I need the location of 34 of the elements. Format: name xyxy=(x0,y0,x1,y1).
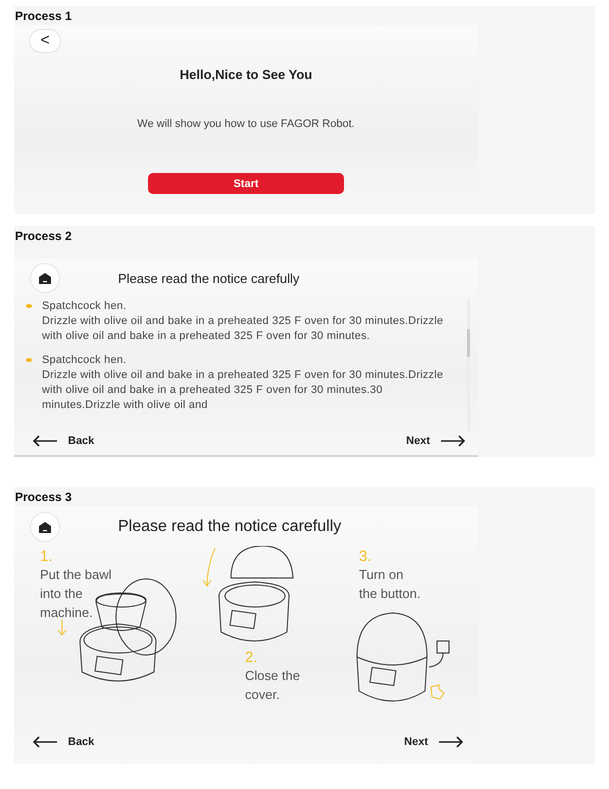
back-button[interactable]: Back xyxy=(32,435,94,447)
section-label: Process 3 xyxy=(14,489,73,506)
welcome-message: We will show you how to use FAGOR Robot. xyxy=(136,118,356,130)
back-button[interactable]: < xyxy=(29,29,61,53)
scrollbar-thumb[interactable] xyxy=(467,329,470,357)
notice-title: Please read the notice carefully xyxy=(118,518,342,536)
item-heading: Spatchcock hen. xyxy=(42,299,128,314)
next-button[interactable]: Next xyxy=(404,736,464,748)
home-icon xyxy=(39,522,51,532)
step-text: Close the cover. xyxy=(245,667,301,704)
bullet-dot xyxy=(26,358,32,362)
step-number: 3. xyxy=(359,548,373,565)
item-heading: Spatchcock hen. xyxy=(42,353,128,368)
welcome-title: Hello,Nice to See You xyxy=(178,67,314,82)
right-arrow-icon xyxy=(438,736,464,748)
step-number: 2. xyxy=(245,649,259,666)
step-text: Turn on the button. xyxy=(359,566,422,603)
home-button[interactable] xyxy=(30,512,60,542)
home-button[interactable] xyxy=(30,263,60,293)
item-text: Drizzle with olive oil and bake in a preheated 325 F oven for 30 minutes.Drizzle with olive oil and bake in a preheated 325 F oven for 30 minutes. xyxy=(42,314,444,344)
step-text: Put the bawl into the machine. xyxy=(40,566,113,622)
item-text: Drizzle with olive oil and bake in a preheated 325 F oven for 30 minutes.Drizzle with olive oil and bake in a preheated 325 F oven for 30 minutes.30 minutes.Drizzle with olive oil and xyxy=(42,368,444,413)
start-button[interactable]: Start xyxy=(148,173,344,194)
next-button[interactable]: Next xyxy=(406,435,466,447)
left-arrow-icon xyxy=(32,736,58,748)
back-button[interactable]: Back xyxy=(32,736,94,748)
section-label: Process 2 xyxy=(14,228,73,245)
left-arrow-icon xyxy=(32,435,58,447)
right-arrow-icon xyxy=(440,435,466,447)
home-icon xyxy=(39,272,51,284)
section-label: Process 1 xyxy=(14,8,73,25)
notice-title: Please read the notice carefully xyxy=(118,270,300,286)
bullet-dot xyxy=(26,304,32,308)
step-number: 1. xyxy=(40,548,54,565)
